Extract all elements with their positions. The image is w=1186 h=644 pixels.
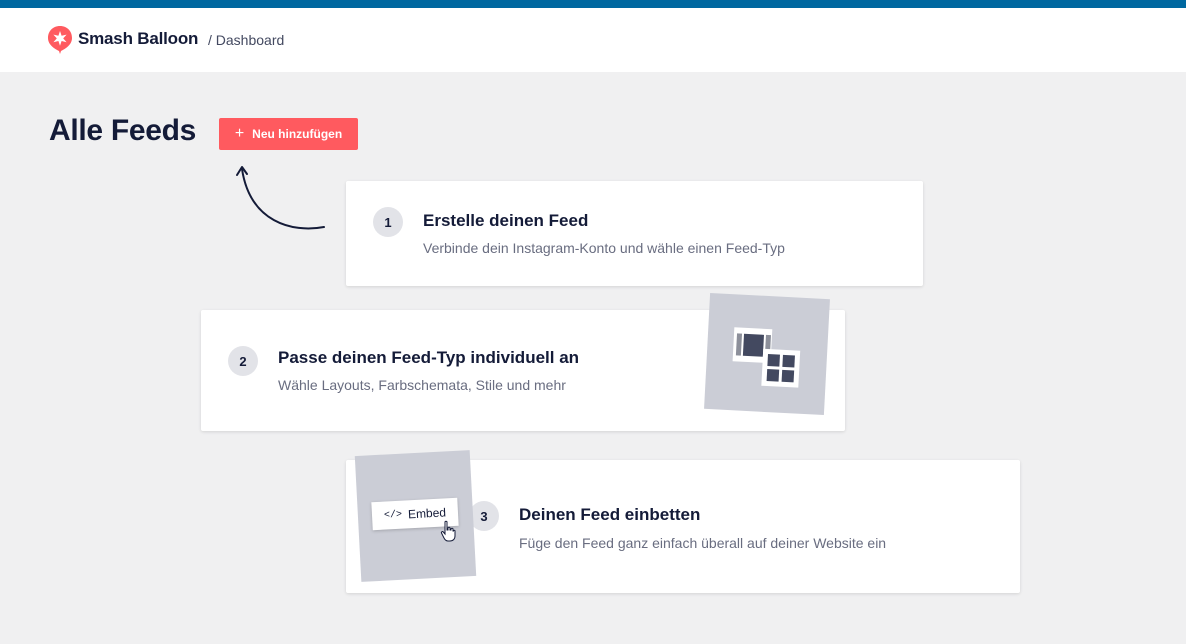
top-accent-bar — [0, 0, 1186, 8]
layout-illustration — [704, 292, 830, 416]
step-description-2: Wähle Layouts, Farbschemata, Stile und m… — [278, 377, 566, 393]
step-title-1: Erstelle deinen Feed — [423, 211, 589, 230]
feed-layout-icon — [732, 327, 801, 388]
plus-icon: + — [234, 125, 245, 142]
step-number-2: 2 — [228, 346, 258, 376]
page-title: Alle Feeds — [49, 114, 197, 147]
code-icon: </> — [383, 509, 403, 522]
step-description-1: Verbinde dein Instagram-Konto und wähle … — [423, 240, 785, 256]
hand-pointer-icon — [440, 520, 456, 542]
step-title-2: Passe deinen Feed-Typ individuell an — [278, 348, 580, 367]
step-number-1: 1 — [373, 207, 403, 237]
step-card-create-feed: 1 Erstelle deinen Feed Verbinde dein Ins… — [346, 181, 923, 286]
add-new-feed-label: Neu hinzufügen — [252, 127, 343, 141]
breadcrumb: / Dashboard — [208, 32, 285, 48]
curved-arrow-icon — [236, 166, 325, 230]
header: Smash Balloon / Dashboard — [0, 8, 1186, 72]
step-title-3: Deinen Feed einbetten — [519, 505, 701, 524]
smash-balloon-logo-icon — [48, 26, 72, 54]
brand-name[interactable]: Smash Balloon — [78, 29, 198, 49]
add-new-feed-button[interactable]: + Neu hinzufügen — [219, 118, 358, 150]
step-description-3: Füge den Feed ganz einfach überall auf d… — [519, 535, 887, 551]
embed-label: Embed — [407, 505, 447, 522]
